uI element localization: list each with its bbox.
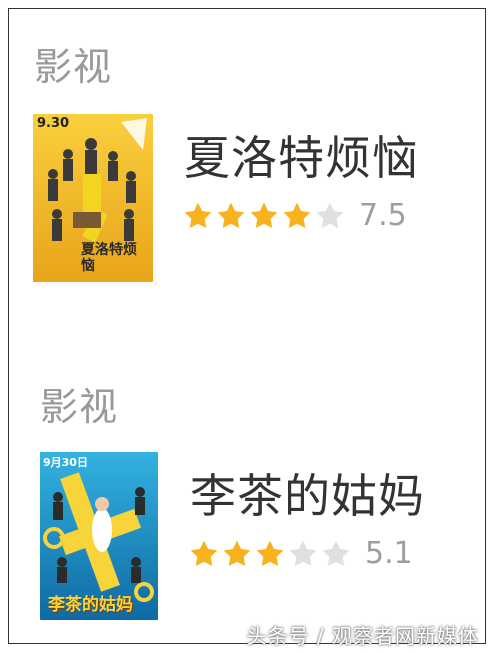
star-empty-icon [316,202,344,228]
rating-stars [188,538,353,570]
section-label: 影视 [40,385,119,429]
star-filled-icon [283,202,311,228]
poster-date: 9月30日 [43,456,88,469]
star-rating: 7.5 [182,198,407,233]
poster-title-art: 李茶的姑妈 [48,595,133,615]
rating-score: 7.5 [359,198,407,233]
star-empty-icon [289,540,317,566]
rating-stars [182,200,347,232]
section-label: 影视 [34,45,113,89]
movie-poster[interactable]: 9月30日 李茶的姑妈 [40,452,158,620]
watermark: 头条号 / 观察者网新媒体 [246,624,479,648]
star-rating: 5.1 [188,536,413,571]
poster-title-art: 夏洛特烦恼 [81,242,137,274]
movie-title[interactable]: 李茶的姑妈 [190,460,425,526]
rating-score: 5.1 [365,536,413,571]
star-empty-icon [322,540,350,566]
poster-date: 9.30 [37,116,70,131]
star-filled-icon [190,540,218,566]
movie-poster[interactable]: 9.30 夏洛特烦恼 [33,114,153,282]
movie-title[interactable]: 夏洛特烦恼 [184,122,419,188]
star-filled-icon [184,202,212,228]
star-filled-icon [217,202,245,228]
star-filled-icon [250,202,278,228]
star-filled-icon [256,540,284,566]
star-filled-icon [223,540,251,566]
